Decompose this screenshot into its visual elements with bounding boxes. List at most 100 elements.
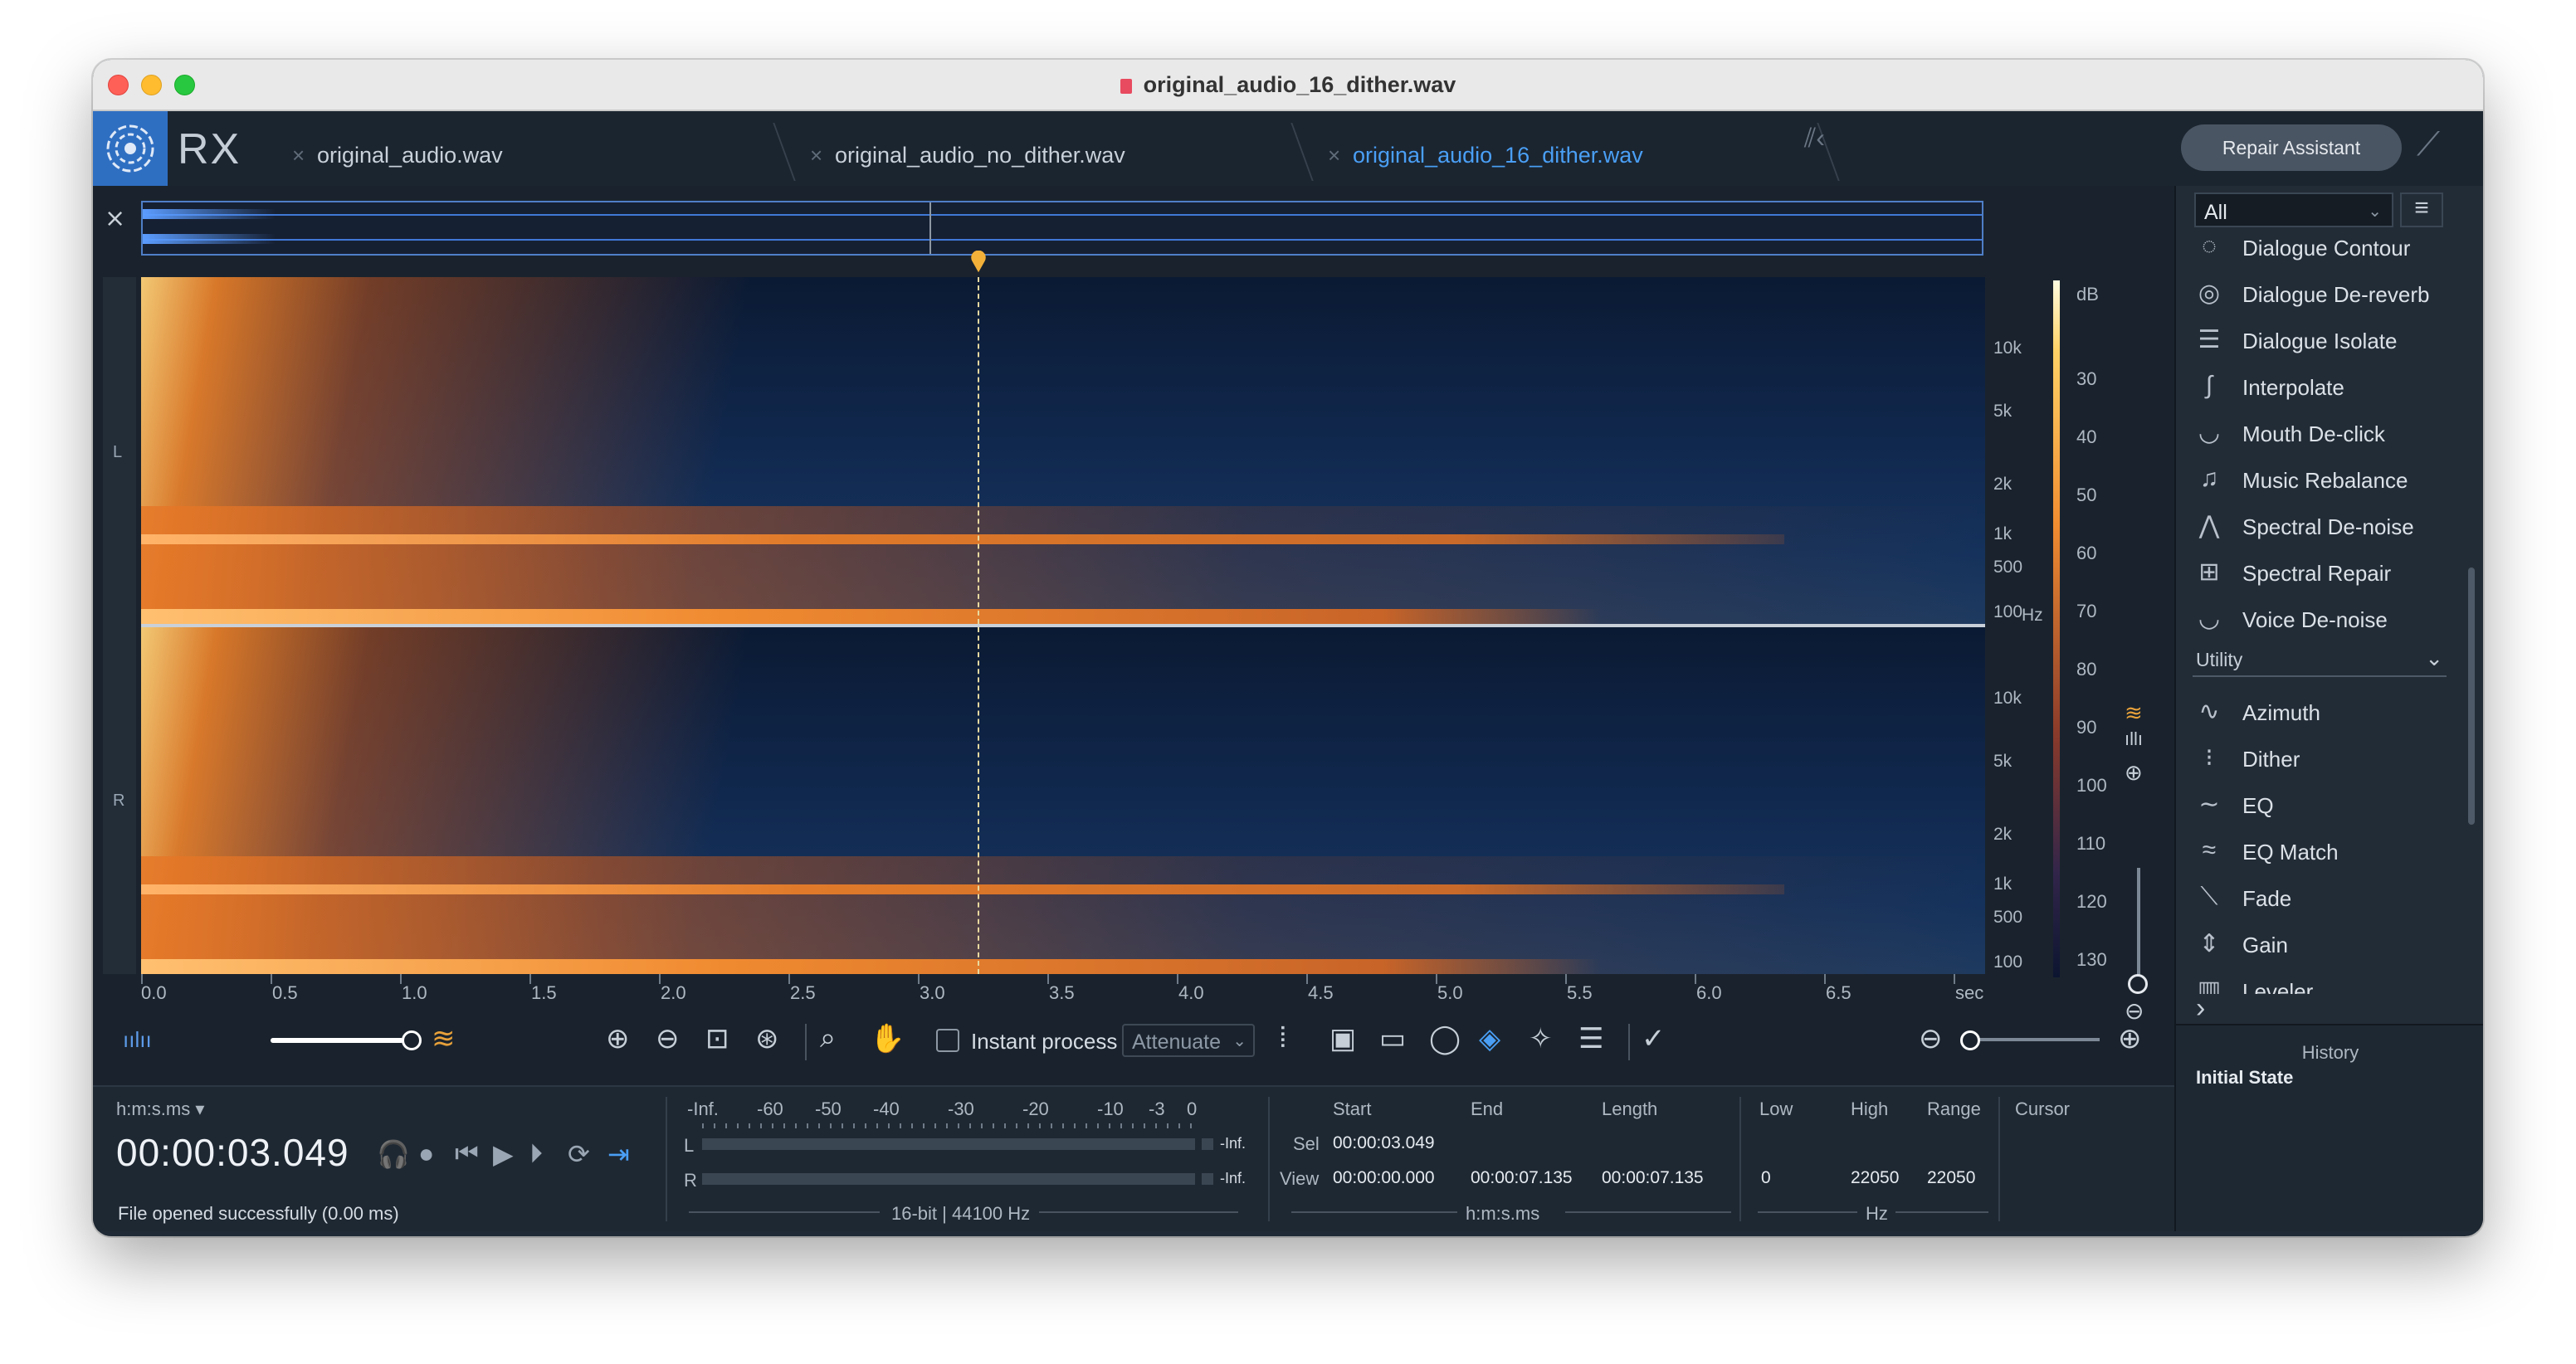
instant-process-checkbox[interactable]: [936, 1029, 959, 1052]
frequency-selection-icon[interactable]: ▭: [1379, 1022, 1406, 1055]
module-interpolate[interactable]: ∫ Interpolate: [2193, 367, 2458, 407]
play-selection-button[interactable]: ⏵: [529, 1138, 543, 1170]
skip-back-button[interactable]: ⏮: [455, 1138, 479, 1170]
module-dialogue-isolate[interactable]: ☰ Dialogue Isolate: [2193, 320, 2458, 360]
spectrogram-left-channel[interactable]: [141, 277, 1985, 624]
rx-connect-icon[interactable]: ⟋: [2417, 126, 2440, 163]
tab-label: original_audio.wav: [317, 143, 503, 168]
vertical-zoom-slider-knob[interactable]: [2128, 974, 2148, 994]
zoom-out-horizontal-icon[interactable]: ⊖: [1919, 1022, 1943, 1055]
close-tab-icon[interactable]: ×: [810, 143, 822, 168]
module-dialogue-de-reverb[interactable]: ◎ Dialogue De-reverb: [2193, 274, 2458, 314]
play-button[interactable]: ▶: [493, 1138, 514, 1170]
module-voice-de-noise[interactable]: ◡ Voice De-noise: [2193, 599, 2458, 639]
zoom-selection-icon[interactable]: ⊡: [705, 1022, 729, 1055]
app-name: RX: [178, 125, 242, 173]
opacity-slider[interactable]: [271, 1038, 412, 1043]
time-format-select[interactable]: h:m:s.ms ▾: [116, 1099, 204, 1120]
tab-bar: RX × original_audio.wav × original_audio…: [93, 111, 2483, 186]
zoom-fit-icon[interactable]: ⊛: [755, 1022, 779, 1055]
module-leveler[interactable]: ▥ Leveler: [2193, 971, 2458, 994]
freq-low-value[interactable]: 0: [1761, 1168, 1771, 1188]
waveform-overview[interactable]: [141, 201, 1983, 256]
repair-assistant-button[interactable]: Repair Assistant: [2181, 124, 2402, 171]
db-tick: 100: [2076, 775, 2107, 796]
magic-wand-icon[interactable]: ✧: [1529, 1022, 1553, 1055]
freq-range-value[interactable]: 22050: [1927, 1168, 1975, 1188]
zoom-tool-icon[interactable]: ⌕: [820, 1022, 836, 1055]
zoom-out-icon[interactable]: ⊖: [656, 1022, 680, 1055]
tab-original-audio-16-dither[interactable]: × original_audio_16_dither.wav: [1313, 123, 1827, 186]
view-start-value[interactable]: 00:00:00.000: [1333, 1168, 1435, 1188]
lasso-tool-icon[interactable]: ◯: [1429, 1022, 1461, 1055]
module-filter-select[interactable]: All ⌄: [2194, 192, 2393, 227]
selection-start-header: Start: [1333, 1099, 1372, 1119]
vertical-zoom-slider[interactable]: [2137, 868, 2140, 976]
module-dither[interactable]: ⁝ Dither: [2193, 738, 2458, 778]
module-music-rebalance[interactable]: ♫ Music Rebalance: [2193, 460, 2458, 499]
waveform-view-icon[interactable]: ıllı: [2125, 728, 2143, 750]
utility-section-header[interactable]: Utility ⌄: [2193, 644, 2447, 677]
zoom-in-horizontal-icon[interactable]: ⊕: [2118, 1022, 2142, 1055]
module-eq[interactable]: ∼ EQ: [2193, 785, 2458, 825]
opacity-slider-knob[interactable]: [402, 1030, 422, 1050]
module-label: Spectral Repair: [2242, 561, 2392, 586]
timecode-display[interactable]: 00:00:03.049: [116, 1130, 349, 1175]
scroll-view-button[interactable]: ⇥: [607, 1138, 630, 1170]
zoom-in-icon[interactable]: ⊕: [606, 1022, 630, 1055]
selection-feathering-icon[interactable]: ✓: [1642, 1022, 1666, 1055]
module-label: Interpolate: [2242, 375, 2344, 400]
loop-button[interactable]: ⟳: [568, 1138, 590, 1170]
freq-high-value[interactable]: 22050: [1851, 1168, 1899, 1188]
spectrogram-view-icon[interactable]: ≋: [2125, 700, 2143, 726]
module-fade[interactable]: ⟍ Fade: [2193, 878, 2458, 918]
horizontal-zoom-slider[interactable]: [1970, 1038, 2100, 1041]
db-tick: 60: [2076, 543, 2097, 563]
playhead-line[interactable]: [978, 277, 979, 974]
module-dialogue-contour[interactable]: ◌ Dialogue Contour: [2193, 227, 2458, 267]
module-eq-match[interactable]: ≈ EQ Match: [2193, 831, 2458, 871]
module-spectral-de-noise[interactable]: ⋀ Spectral De-noise: [2193, 506, 2458, 546]
brush-tool-icon[interactable]: ◈: [1479, 1022, 1500, 1055]
close-tab-icon[interactable]: ×: [1328, 143, 1340, 168]
module-azimuth[interactable]: ∿ Azimuth: [2193, 692, 2458, 732]
chevron-down-icon: ⌄: [2368, 202, 2382, 221]
module-gain[interactable]: ⇕ Gain: [2193, 924, 2458, 964]
module-spectral-repair[interactable]: ⊞ Spectral Repair: [2193, 553, 2458, 592]
tab-overflow-icon[interactable]: ⫽‹: [1804, 123, 1825, 154]
module-label: EQ: [2242, 793, 2274, 818]
view-end-value[interactable]: 00:00:07.135: [1471, 1168, 1573, 1188]
dialogue-isolate-icon: ☰: [2198, 326, 2221, 353]
close-tab-icon[interactable]: ×: [292, 143, 305, 168]
spectrogram-side-tools: ≋ ıllı ⊕: [2125, 700, 2158, 966]
module-list-menu-icon[interactable]: ≡: [2400, 192, 2443, 227]
spectrogram-right-channel[interactable]: [141, 627, 1985, 974]
history-item-initial-state[interactable]: Initial State: [2196, 1067, 2293, 1089]
horizontal-zoom-slider-knob[interactable]: [1960, 1030, 1980, 1050]
time-selection-icon[interactable]: ⦙: [1280, 1022, 1286, 1055]
view-length-value[interactable]: 00:00:07.135: [1602, 1168, 1704, 1188]
chevron-down-icon: ⌄: [1232, 1032, 1247, 1050]
editor-area: ⨯ L R 10k 5k 2k 1k 500 100 Hz 10k 5k 2k …: [93, 186, 2174, 1231]
tab-original-audio-no-dither[interactable]: × original_audio_no_dither.wav: [795, 123, 1301, 186]
gain-icon: ⇕: [2198, 930, 2220, 957]
time-frequency-selection-icon[interactable]: ▣: [1329, 1022, 1356, 1055]
hand-tool-icon[interactable]: ✋: [870, 1022, 905, 1055]
freq-tick: 500: [1993, 908, 2023, 927]
record-button[interactable]: ●: [418, 1138, 434, 1169]
expand-panel-icon[interactable]: ›: [2196, 992, 2205, 1025]
db-tick: 120: [2076, 891, 2107, 912]
collapse-overview-icon[interactable]: ⨯: [105, 204, 125, 233]
harmonic-selection-icon[interactable]: ☰: [1578, 1022, 1603, 1055]
instant-process-mode-select[interactable]: Attenuate ⌄: [1122, 1024, 1255, 1057]
sel-start-value[interactable]: 00:00:03.049: [1333, 1133, 1435, 1153]
tab-original-audio[interactable]: × original_audio.wav: [277, 123, 783, 186]
monitor-icon[interactable]: 🎧: [377, 1138, 410, 1170]
channel-labels: L R: [103, 277, 136, 974]
playhead-marker-icon[interactable]: [969, 251, 988, 274]
zoom-in-vertical-icon[interactable]: ⊕: [2125, 760, 2143, 786]
module-mouth-de-click[interactable]: ◡ Mouth De-click: [2193, 413, 2458, 453]
spectrogram[interactable]: [141, 277, 1985, 974]
freq-unit-label: Hz: [1866, 1203, 1888, 1224]
module-list-scrollbar[interactable]: [2468, 568, 2475, 825]
